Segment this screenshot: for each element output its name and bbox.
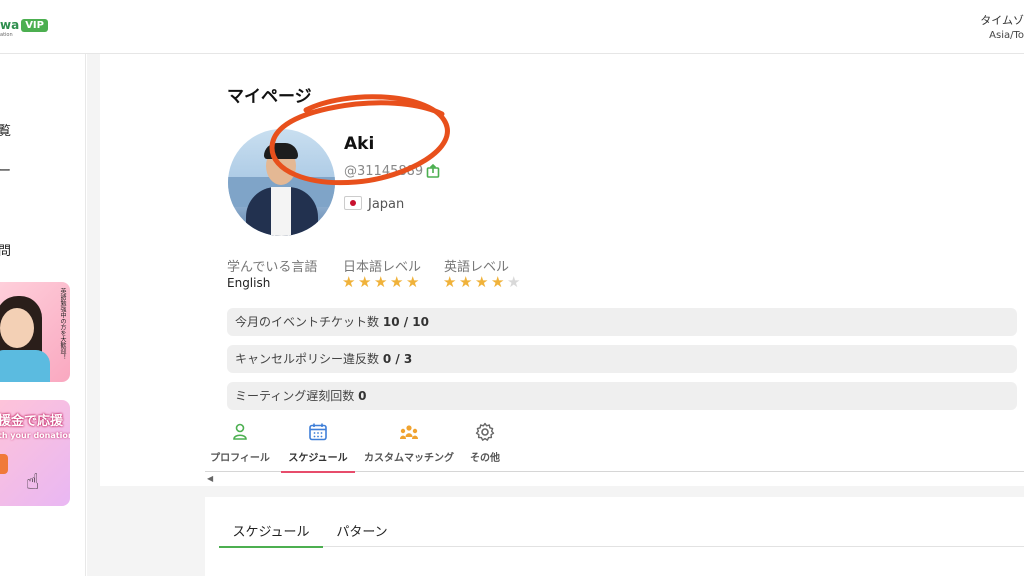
event-tickets-value: 10 / 10 [382, 315, 429, 329]
star-icon: ★ [491, 273, 505, 291]
tab-profile-label: プロフィール [210, 453, 270, 464]
scroll-left-icon[interactable]: ◀ [207, 474, 213, 483]
donation-banner-subtitle: th your donation [0, 431, 70, 440]
learning-language-label: 学んでいる言語 [227, 260, 318, 275]
calendar-icon [309, 423, 327, 441]
sidebar-item-question[interactable]: 問 [0, 240, 11, 259]
tab-profile[interactable]: プロフィール [205, 418, 275, 472]
star-icon: ★ [406, 273, 420, 291]
timezone-label: タイムゾ [980, 14, 1024, 27]
star-icon: ★ [459, 273, 473, 291]
tab-schedule-label: スケジュール [288, 453, 348, 464]
japan-flag-icon [344, 196, 362, 210]
late-count-value: 0 [358, 389, 367, 403]
star-icon: ★ [507, 273, 521, 291]
cancel-policy-value: 0 / 3 [382, 352, 413, 366]
person-icon [233, 423, 247, 440]
tab-schedule[interactable]: スケジュール [281, 418, 355, 473]
star-icon: ★ [443, 273, 457, 291]
tab-custom-matching-label: カスタムマッチング [364, 453, 454, 464]
profile-tabs: プロフィール スケジュール カスタムマッチング その他 [205, 418, 1024, 473]
promo-banner-learners[interactable]: 英語勉強中の方を大歓迎！ [0, 282, 70, 382]
cancel-policy-label: キャンセルポリシー違反数 [235, 352, 380, 366]
learning-language-value: English [227, 276, 271, 290]
donation-banner-title: 援金で応援 [0, 414, 64, 429]
banner-decoration [0, 454, 8, 474]
star-icon: ★ [475, 273, 489, 291]
cancel-policy-stat: キャンセルポリシー違反数 0 / 3 [227, 345, 1017, 373]
subtab-schedule[interactable]: スケジュール [219, 521, 323, 548]
tab-custom-matching[interactable]: カスタムマッチング [359, 418, 459, 472]
banner-person-face [0, 308, 34, 348]
late-count-label: ミーティング遅刻回数 [235, 389, 355, 403]
schedule-subtabs: スケジュール パターン [219, 517, 1024, 548]
sidebar-item-2[interactable]: ー [0, 160, 11, 179]
japanese-level-stars: ★ ★ ★ ★ ★ [342, 275, 422, 290]
star-icon: ★ [342, 273, 356, 291]
star-icon: ★ [374, 273, 388, 291]
logo-subtext: ation [0, 32, 13, 38]
gear-icon [475, 422, 495, 441]
english-level-stars: ★ ★ ★ ★ ★ [443, 275, 523, 290]
avatar-shirt [271, 187, 291, 236]
share-icon[interactable] [426, 164, 440, 178]
avatar[interactable] [228, 129, 335, 236]
page-title: マイページ [227, 87, 312, 107]
logo-vip-badge: VIP [21, 18, 48, 32]
sidebar: 覧 ー 問 英語勉強中の方を大歓迎！ 援金で応援 th your donatio… [0, 54, 86, 576]
star-icon: ★ [390, 273, 404, 291]
pointing-hand-icon: ☝ [26, 470, 40, 495]
app-logo[interactable]: wa VIP ation [0, 18, 48, 38]
event-tickets-label: 今月のイベントチケット数 [235, 315, 380, 329]
top-bar: wa VIP ation タイムゾ Asia/To [0, 0, 1024, 54]
group-icon [400, 425, 418, 439]
event-tickets-stat: 今月のイベントチケット数 10 / 10 [227, 308, 1017, 336]
timezone-value[interactable]: Asia/To [989, 30, 1024, 41]
donation-banner[interactable]: 援金で応援 th your donation ☝ [0, 400, 70, 506]
subtab-pattern[interactable]: パターン [333, 521, 391, 547]
user-name: Aki [344, 134, 375, 154]
banner1-text: 英語勉強中の方を大歓迎！ [59, 288, 66, 360]
tab-other-label: その他 [470, 453, 500, 464]
tab-other[interactable]: その他 [463, 418, 507, 472]
late-count-stat: ミーティング遅刻回数 0 [227, 382, 1017, 410]
sidebar-item-list[interactable]: 覧 [0, 120, 11, 139]
user-id: @31145889 [344, 164, 424, 179]
logo-word: wa [0, 18, 20, 32]
country-label: Japan [368, 197, 405, 212]
star-icon: ★ [358, 273, 372, 291]
avatar-hair [264, 143, 298, 159]
